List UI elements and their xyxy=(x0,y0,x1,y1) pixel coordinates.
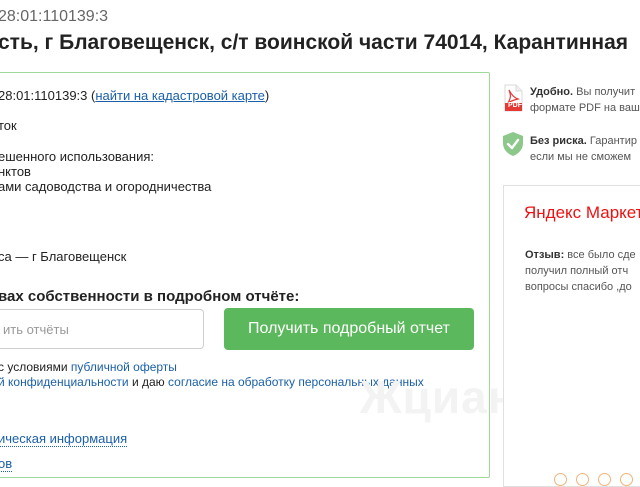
pdf-icon-label: PDF xyxy=(508,102,522,109)
cadastral-line: 28:01:110139:3 (найти на кадастровой кар… xyxy=(0,88,270,103)
review-text-1: все было сде xyxy=(567,249,636,261)
benefit-no-risk-title: Без риска. xyxy=(530,135,587,147)
consent-mid-text: и даю xyxy=(131,375,165,389)
yandex-market-widget xyxy=(503,185,640,487)
extra-link-2-wrap: ов xyxy=(0,456,13,472)
get-report-button[interactable]: Получить подробный отчет xyxy=(224,308,474,350)
cadastral-number-heading: 28:01:110139:3 xyxy=(0,8,109,25)
email-input[interactable] xyxy=(0,310,203,348)
review-block: Отзыв: все было сде получил полный отч в… xyxy=(525,247,636,295)
usage-value-2: ами садоводства и огородничества xyxy=(0,179,212,194)
privacy-policy-link[interactable]: й конфиденциальности xyxy=(0,375,129,389)
benefit-convenient: Удобно. Вы получит формате PDF на ваш xyxy=(530,84,640,116)
page-title: сть, г Благовещенск, с/т воинской части … xyxy=(0,31,629,54)
review-label: Отзыв: xyxy=(525,249,565,261)
usage-value-1: нктов xyxy=(0,164,31,179)
extra-link-2[interactable]: ов xyxy=(0,456,13,472)
rights-heading: вах собственности в подробном отчёте: xyxy=(0,288,300,305)
email-field[interactable] xyxy=(0,309,204,349)
cadastral-line-number: 28:01:110139:3 xyxy=(0,88,88,103)
yandex-market-logo: Яндекс Маркет xyxy=(524,203,640,223)
extra-link-1-wrap: ическая информация xyxy=(0,431,128,447)
benefit-no-risk-text-2: если мы не сможем xyxy=(530,151,632,163)
benefit-no-risk: Без риска. Гарантир если мы не сможем xyxy=(530,133,637,165)
consent-line-1: с условиями публичной оферты xyxy=(0,360,177,374)
benefit-convenient-text-1: Вы получит xyxy=(576,86,636,98)
public-offer-link[interactable]: публичной оферты xyxy=(71,360,177,374)
watermark-logo: Жциан xyxy=(360,371,517,423)
review-text-2: получил полный отч xyxy=(525,265,629,277)
extra-info-link[interactable]: ическая информация xyxy=(0,431,128,447)
shield-check-icon xyxy=(502,131,524,157)
city-line: са — г Благовещенск xyxy=(0,249,127,264)
consent-text: с условиями xyxy=(0,360,68,374)
pdf-icon: PDF xyxy=(503,84,523,112)
yandex-market-logo-text: Яндекс Маркет xyxy=(524,203,640,222)
benefit-convenient-title: Удобно. xyxy=(530,86,574,98)
usage-label: ешенного использования: xyxy=(0,149,155,164)
benefit-no-risk-text-1: Гарантир xyxy=(589,135,637,147)
review-text-3: вопросы спасибо ,до xyxy=(525,281,632,293)
find-on-map-link[interactable]: найти на кадастровой карте xyxy=(95,88,265,103)
area-label: ток xyxy=(0,118,17,133)
benefit-convenient-text-2: формате PDF на ваш xyxy=(530,102,640,114)
